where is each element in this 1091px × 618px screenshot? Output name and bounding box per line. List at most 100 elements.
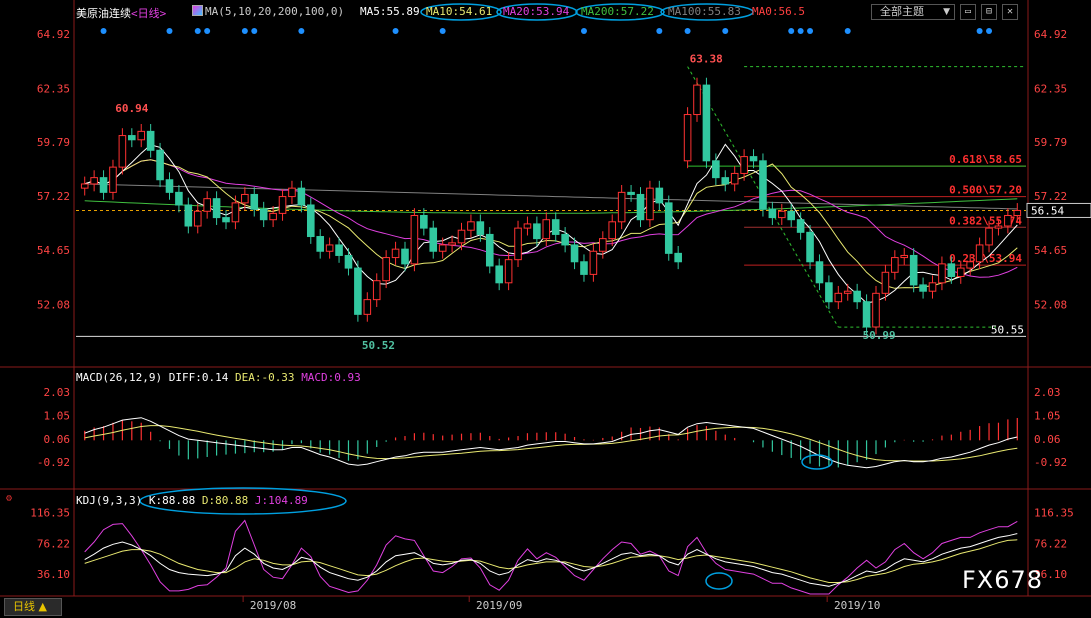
candle-body bbox=[777, 210, 786, 219]
candle-body bbox=[1004, 214, 1012, 227]
candle-body bbox=[1013, 209, 1022, 216]
close-icon[interactable]: ✕ bbox=[1002, 4, 1018, 20]
candle-body bbox=[118, 135, 127, 168]
restore-icon[interactable]: ⊟ bbox=[981, 4, 997, 20]
candle-body bbox=[862, 301, 871, 328]
candle-body bbox=[495, 265, 503, 284]
event-dot bbox=[439, 28, 446, 34]
theme-select[interactable]: 全部主题 ▼ bbox=[871, 4, 955, 20]
kdj-y-tick-right: 76.22 bbox=[1034, 537, 1067, 550]
candle-body bbox=[146, 130, 155, 151]
candle-body bbox=[193, 210, 202, 227]
candle-body bbox=[410, 214, 419, 265]
candle-body bbox=[231, 202, 240, 223]
candle-body bbox=[702, 84, 711, 162]
candle-body bbox=[269, 212, 277, 221]
chart-canvas[interactable]: 64.92 64.92 62.35 62.35 59.79 59.79 57.22 57.22… bbox=[0, 0, 1091, 618]
candle-body bbox=[815, 261, 824, 284]
period-button[interactable]: 日线 ▲ bbox=[4, 598, 62, 616]
candle-body bbox=[278, 196, 287, 214]
event-dot bbox=[580, 28, 587, 34]
y-tick-label-left: 52.08 bbox=[37, 298, 70, 311]
support-label: 50.55 bbox=[991, 323, 1024, 336]
candle-body bbox=[646, 187, 654, 221]
ma100-line bbox=[84, 198, 1018, 214]
candle-body bbox=[184, 204, 193, 227]
candle-body bbox=[608, 221, 617, 240]
candle-body bbox=[674, 252, 682, 263]
x-tick-label: 2019/09 bbox=[476, 599, 522, 612]
candle-body bbox=[344, 254, 353, 269]
candle-body bbox=[259, 208, 268, 221]
kdj-header: KDJ(9,3,3) K:88.88 D:80.88 J:104.89 bbox=[76, 494, 308, 507]
candle-body bbox=[759, 160, 767, 210]
candle-body bbox=[938, 263, 946, 284]
candle-body bbox=[966, 261, 974, 269]
candle-body bbox=[768, 208, 777, 219]
minimize-icon[interactable]: ▭ bbox=[960, 4, 976, 20]
candle-body bbox=[420, 214, 428, 229]
candle-body bbox=[664, 202, 673, 254]
y-tick-label-left: 62.35 bbox=[37, 82, 70, 95]
candle-body bbox=[693, 84, 701, 116]
ma5-value: MA5:55.89 bbox=[360, 5, 420, 18]
candle-body bbox=[891, 257, 899, 273]
candle-body bbox=[627, 191, 635, 195]
kdj-y-tick-right: 116.35 bbox=[1034, 507, 1074, 520]
candle-body bbox=[721, 177, 730, 185]
y-tick-label-right: 59.79 bbox=[1034, 136, 1067, 149]
candle-body bbox=[222, 217, 230, 223]
settings-gear-icon[interactable]: ⚙ bbox=[6, 493, 12, 504]
event-dot bbox=[166, 28, 173, 34]
candle-body bbox=[796, 219, 805, 233]
candle-body bbox=[316, 236, 325, 252]
candle-body bbox=[401, 248, 409, 265]
kdj-y-tick-left: 36.10 bbox=[37, 568, 70, 581]
d-line bbox=[84, 539, 1018, 583]
candle-body bbox=[175, 191, 183, 206]
ma100-value: MA100:55.83 bbox=[668, 5, 741, 18]
last-price-label: 56.54 bbox=[1031, 204, 1064, 217]
low-label: 50.52 bbox=[362, 339, 395, 352]
ma-params: MA(5,10,20,200,100,0) bbox=[192, 5, 344, 18]
candle-body bbox=[372, 280, 381, 301]
candle-body bbox=[203, 198, 211, 212]
j-line bbox=[84, 519, 1018, 595]
chevron-down-icon: ▼ bbox=[943, 7, 950, 17]
candle-body bbox=[975, 244, 984, 263]
y-tick-label-left: 64.92 bbox=[37, 28, 70, 41]
candle-body bbox=[956, 267, 965, 277]
candle-body bbox=[99, 177, 108, 193]
candle-body bbox=[843, 290, 852, 294]
kdj-y-tick-left: 116.35 bbox=[30, 507, 70, 520]
ma10-value: MA10:54.61 bbox=[426, 5, 493, 18]
ma20-value: MA20:53.94 bbox=[503, 5, 570, 18]
ma5-line bbox=[84, 143, 1018, 304]
candle-body bbox=[467, 221, 475, 231]
candle-body bbox=[504, 259, 513, 284]
candle-body bbox=[787, 210, 796, 221]
fib-label: 0.618\58.65 bbox=[949, 153, 1022, 166]
candle-body bbox=[872, 292, 880, 328]
event-dot bbox=[392, 28, 399, 34]
candle-body bbox=[476, 221, 485, 235]
candle-body bbox=[382, 257, 390, 282]
y-tick-label-right: 64.92 bbox=[1034, 28, 1067, 41]
kdj-y-tick-left: 76.22 bbox=[37, 537, 70, 550]
highlight-ellipse bbox=[801, 454, 833, 470]
x-tick-label: 2019/08 bbox=[250, 599, 296, 612]
candle-body bbox=[250, 193, 259, 210]
candle-body bbox=[589, 250, 598, 275]
candle-body bbox=[834, 292, 843, 303]
candle-body bbox=[514, 227, 522, 261]
k-line bbox=[84, 533, 1018, 587]
event-dot bbox=[986, 28, 993, 34]
high-label: 63.38 bbox=[690, 53, 723, 66]
event-dot bbox=[788, 28, 795, 34]
y-tick-label-right: 52.08 bbox=[1034, 298, 1067, 311]
candle-body bbox=[429, 227, 438, 252]
candle-body bbox=[156, 149, 164, 181]
ma0-value: MA0:56.5 bbox=[752, 5, 805, 18]
candle-body bbox=[335, 244, 343, 256]
candle-body bbox=[306, 204, 315, 238]
